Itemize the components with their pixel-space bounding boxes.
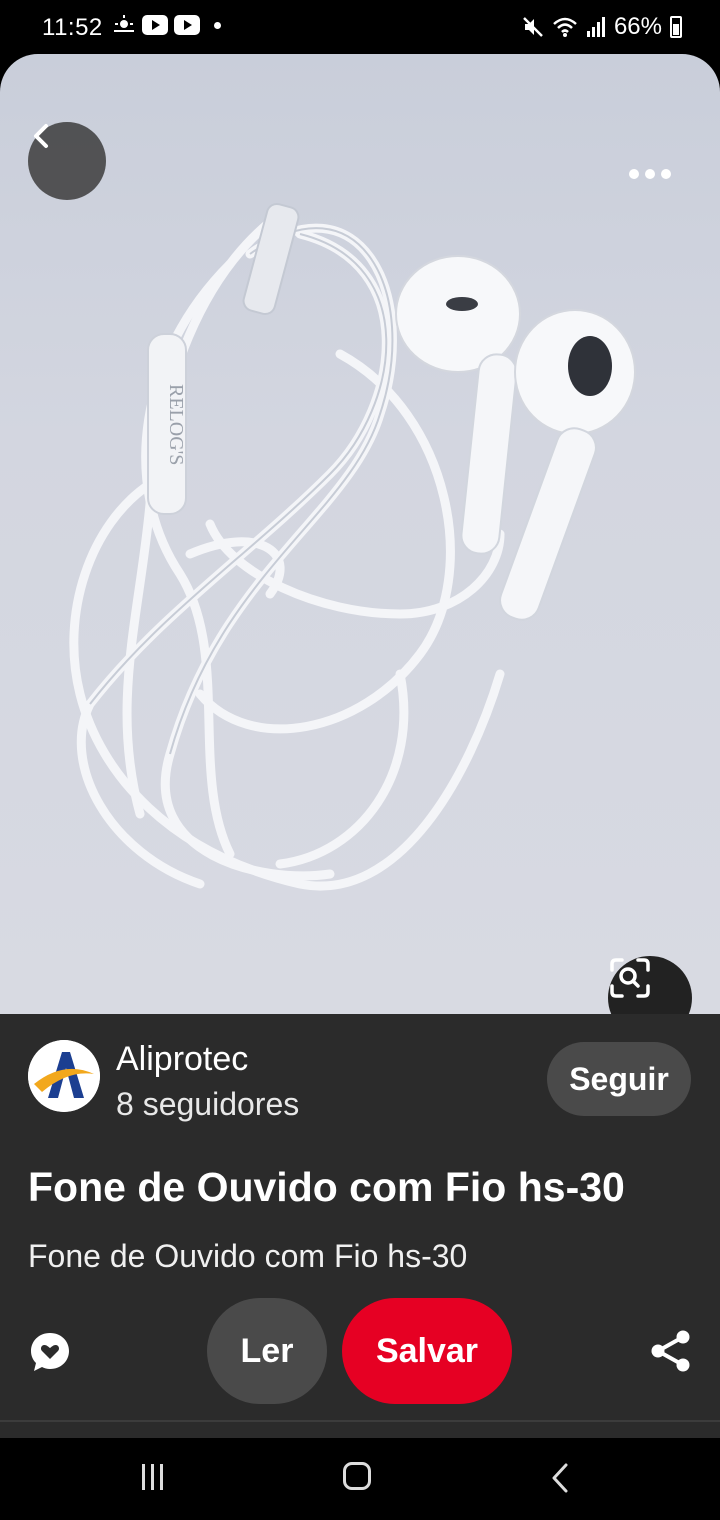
recents-icon (142, 1464, 145, 1490)
author-name[interactable]: Aliprotec (116, 1040, 248, 1079)
more-dot-icon (661, 169, 671, 179)
back-button[interactable] (28, 122, 106, 200)
status-bar: 11:52 66% (0, 0, 720, 54)
brand-text: RELOG'S (165, 384, 187, 465)
signal-icon (586, 17, 605, 37)
save-button[interactable]: Salvar (342, 1298, 512, 1404)
battery-percent: 66% (613, 13, 662, 40)
dot-icon (214, 21, 221, 29)
avatar[interactable] (28, 1040, 100, 1112)
battery-icon (670, 16, 682, 38)
share-icon (651, 1330, 690, 1372)
chevron-left-icon (34, 124, 48, 148)
earphones-illustration: RELOG'S (69, 202, 636, 891)
comment-button[interactable] (28, 1330, 72, 1374)
more-dot-icon (645, 169, 655, 179)
youtube-icon (174, 15, 200, 35)
lens-search-icon (610, 958, 650, 998)
home-button[interactable] (343, 1462, 371, 1490)
wifi-icon (553, 17, 577, 37)
pin-title: Fone de Ouvido com Fio hs-30 (28, 1164, 625, 1210)
youtube-icon (142, 15, 168, 35)
comment-icon (31, 1333, 69, 1371)
nav-back-button[interactable] (548, 1462, 574, 1494)
recents-icon (160, 1464, 163, 1490)
recents-button[interactable] (142, 1464, 172, 1490)
mute-icon (523, 17, 543, 37)
status-left-icons (112, 15, 221, 35)
status-time: 11:52 (42, 14, 103, 41)
more-options-button[interactable] (620, 154, 680, 194)
weather-icon (114, 15, 134, 32)
nav-back-icon (552, 1463, 568, 1493)
pin-image[interactable]: RELOG'S (0, 54, 720, 1014)
share-button[interactable] (648, 1328, 694, 1374)
aliprotec-logo-icon (28, 1040, 100, 1112)
author-followers: 8 seguidores (116, 1086, 300, 1122)
divider (0, 1420, 720, 1422)
status-right: 66% (522, 13, 682, 41)
recents-icon (151, 1464, 154, 1490)
more-dot-icon (629, 169, 639, 179)
pin-description: Fone de Ouvido com Fio hs-30 (28, 1238, 468, 1274)
follow-button[interactable]: Seguir (547, 1042, 691, 1116)
read-button[interactable]: Ler (207, 1298, 327, 1404)
